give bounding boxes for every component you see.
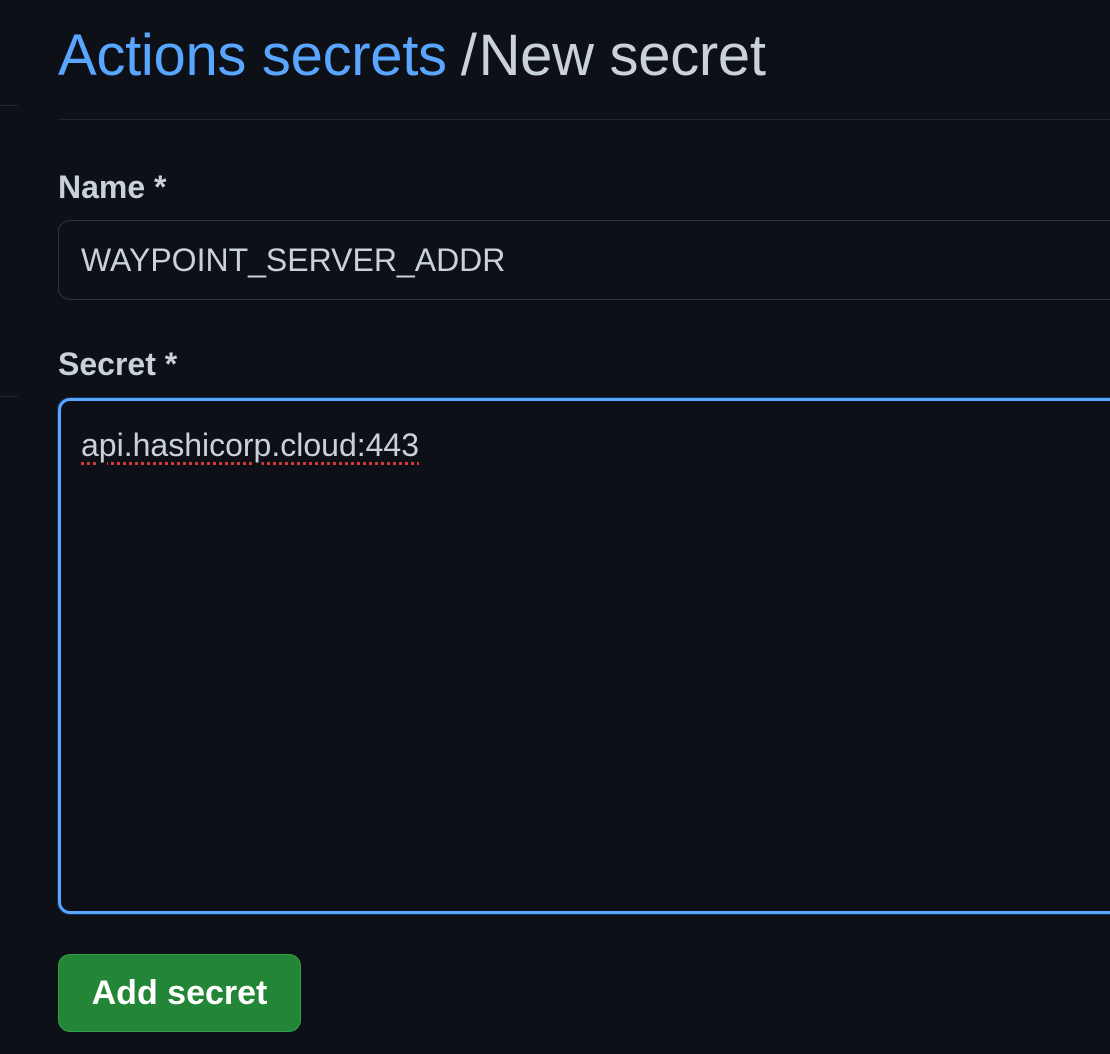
add-secret-button[interactable]: Add secret xyxy=(58,954,301,1032)
sidebar-divider xyxy=(0,396,18,397)
secret-value-text: api.hashicorp.cloud:443 xyxy=(81,427,420,463)
page-title: Actions secrets/New secret xyxy=(58,18,766,98)
breadcrumb-current-page: New secret xyxy=(478,23,766,88)
secret-value-textarea[interactable]: api.hashicorp.cloud:443 xyxy=(58,398,1110,914)
secret-field-label: Secret * xyxy=(58,346,178,382)
secret-name-input[interactable] xyxy=(58,220,1110,300)
sidebar-divider xyxy=(0,105,18,106)
breadcrumb-separator: / xyxy=(460,23,477,88)
header-divider xyxy=(58,119,1110,120)
name-field-label: Name * xyxy=(58,169,167,205)
breadcrumb-actions-secrets-link[interactable]: Actions secrets xyxy=(58,23,447,88)
